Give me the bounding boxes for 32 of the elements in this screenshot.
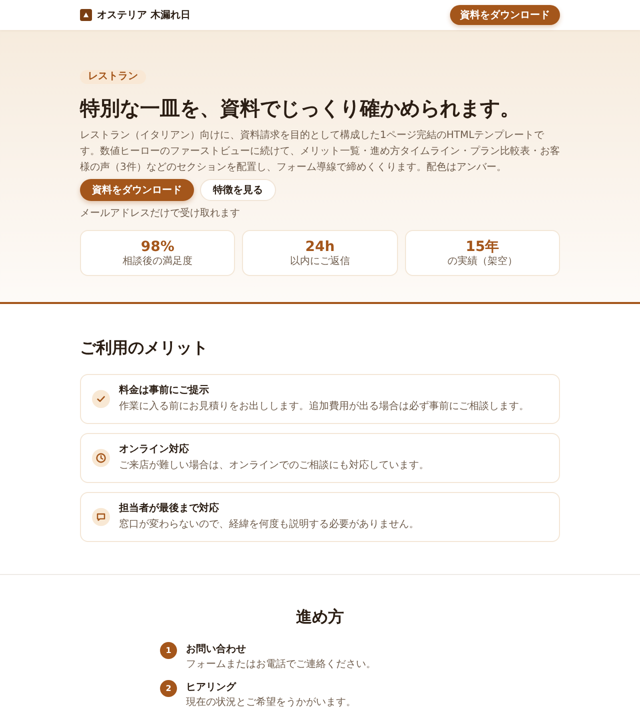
stat-label: 相談後の満足度 [122,256,193,268]
merit-title: 担当者が最後まで対応 [119,502,220,516]
step-number: 1 [160,642,177,659]
clock-icon [92,449,110,467]
stat-value: 98% [140,238,174,256]
section-heading: ご利用のメリット [80,337,209,359]
merit-description: ご来店が難しい場合は、オンラインでのご相談にも対応しています。 [119,459,429,473]
step-number: 2 [160,680,177,697]
download-button[interactable]: 資料をダウンロード [80,179,194,201]
step-description: 現在の状況とご希望をうかがいます。 [186,696,356,710]
speech-bubble-icon [92,508,110,526]
category-tag: レストラン [80,70,146,84]
section-heading: 進め方 [295,606,345,628]
logo-icon [80,9,92,21]
stat-value: 15年 [466,238,500,256]
merit-description: 窓口が変わらないので、経緯を何度も説明する必要がありません。 [119,518,419,532]
hero-description: レストラン（イタリアン）向けに、資料請求を目的として構成した1ページ完結のHTMLテンプレートです。数値ヒーローのファーストビューに続けて、メリット一覧・進め方タイムライン・プラン比較表・お客様の声（3件）などのセクションを配置し、フォーム導線で締めくくります。配色はアンバー。 [80,128,560,175]
check-icon [92,390,110,408]
merit-description: 作業に入る前にお見積りをお出しします。追加費用が出る場合は必ず事前にご相談します。 [119,400,529,414]
merit-title: オンライン対応 [119,443,190,457]
hero-title: 特別な一皿を、資料でじっくり確かめられます。 [80,95,521,122]
stat-label: 以内にご返信 [290,256,350,268]
stat-label: の実績（架空） [447,256,518,268]
step-title: お問い合わせ [186,643,247,657]
brand-name: オステリア 木漏れ日 [97,8,190,22]
step-title: ヒアリング [186,681,238,695]
step-description: フォームまたはお電話でご連絡ください。 [186,658,376,672]
download-button[interactable]: 資料をダウンロード [450,5,560,25]
merit-title: 料金は事前にご提示 [119,384,210,398]
stat-value: 24h [305,238,335,256]
features-button[interactable]: 特徴を見る [200,179,276,201]
hero-note: メールアドレスだけで受け取れます [80,207,241,220]
